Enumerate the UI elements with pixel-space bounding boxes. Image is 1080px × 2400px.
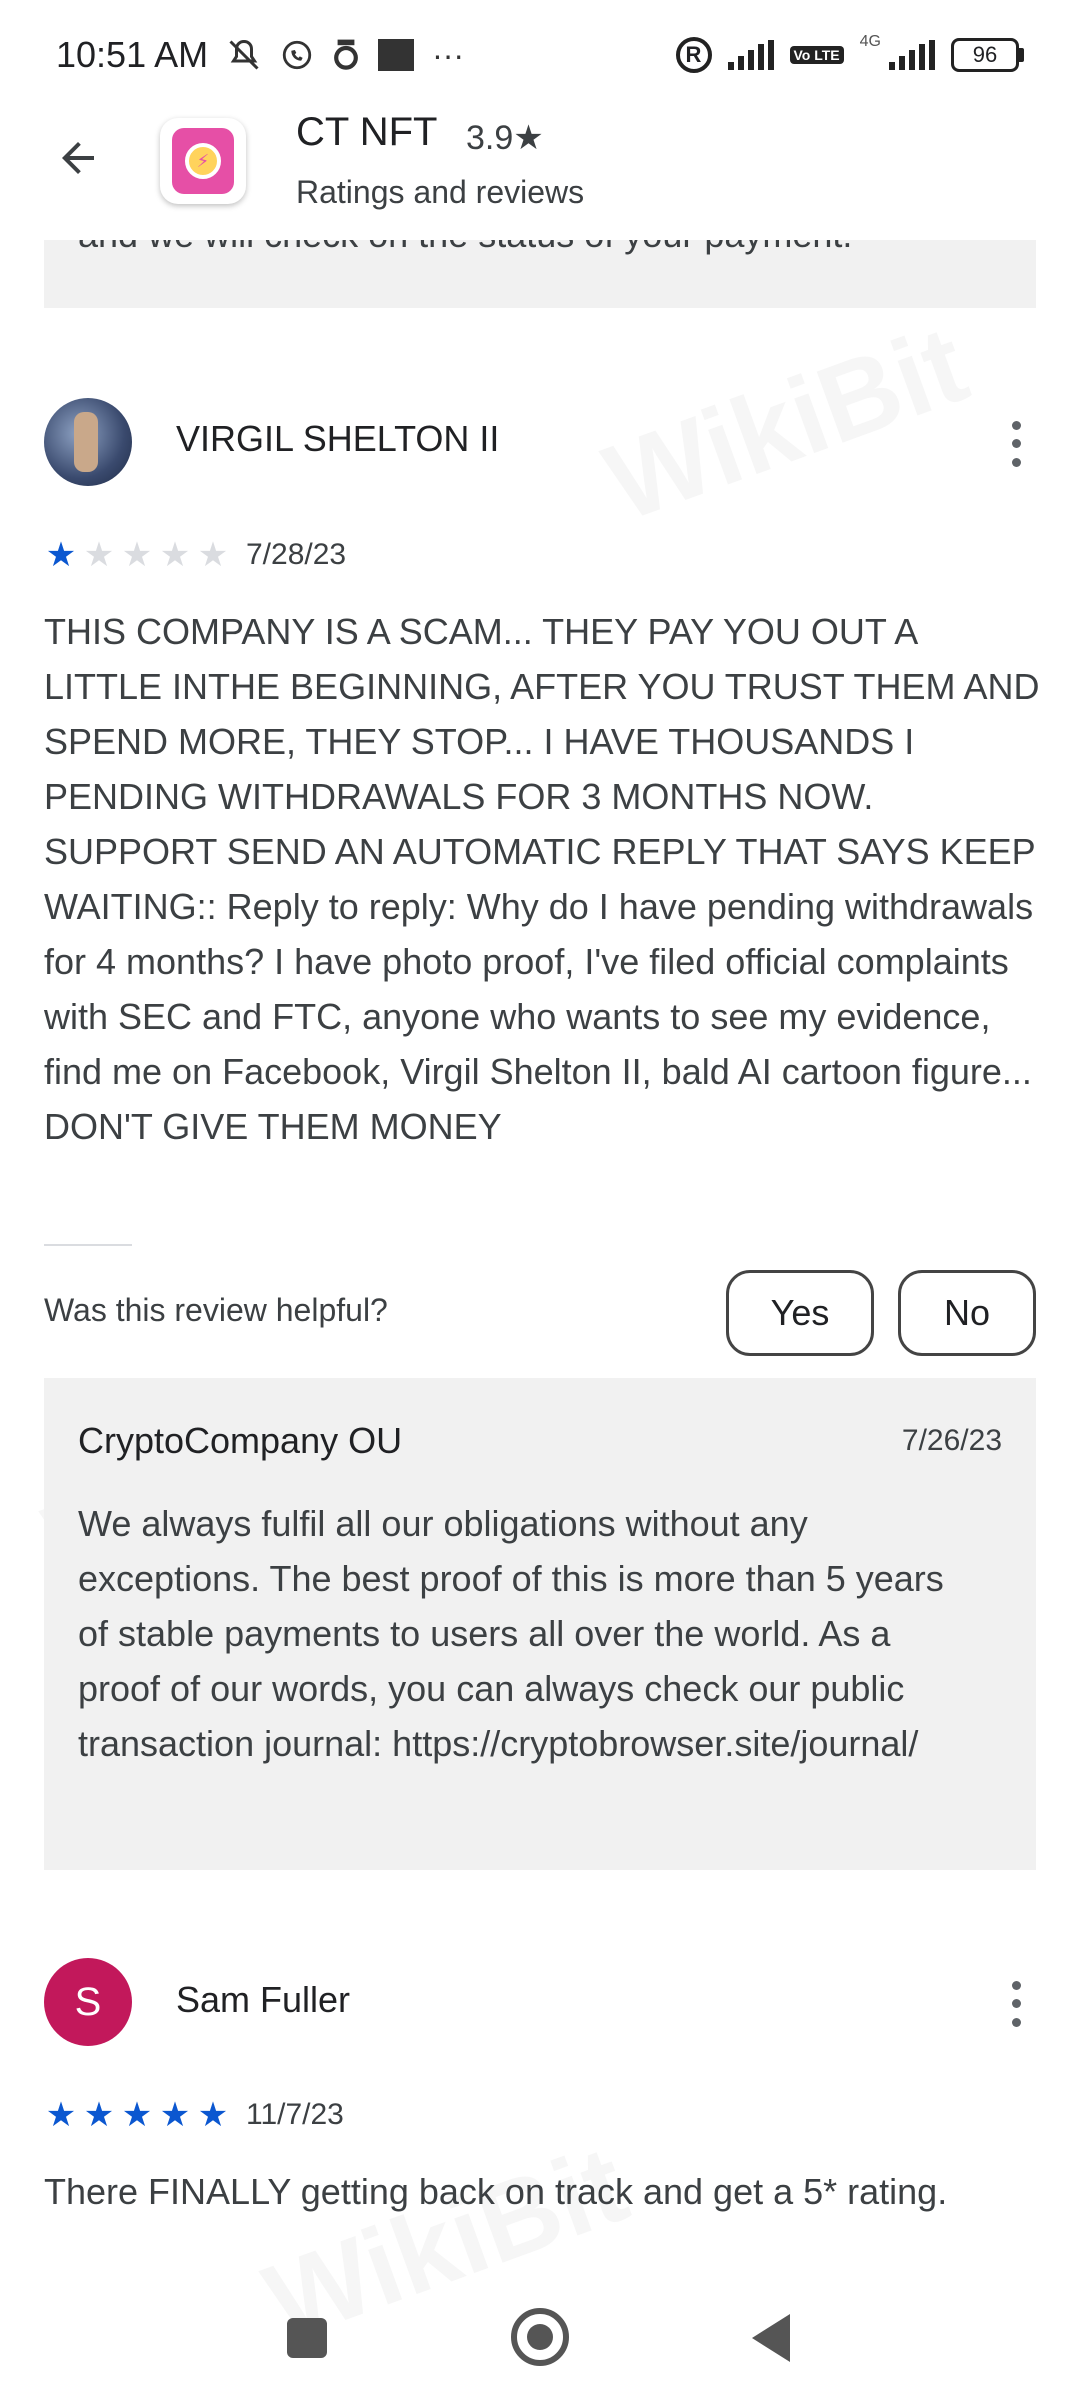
- star-icon: ★: [45, 536, 77, 574]
- review-text: There FINALLY getting back on track and …: [44, 2171, 948, 2212]
- page-subtitle: Ratings and reviews: [296, 174, 585, 210]
- arrow-left-icon: [62, 142, 94, 174]
- review-date: 7/28/23: [246, 538, 347, 571]
- divider: [44, 1244, 132, 1246]
- more-vert-icon: [1011, 1980, 1021, 1990]
- app-icon: [334, 39, 359, 70]
- helpful-label: Was this review helpful?: [44, 1292, 388, 1328]
- star-icon: ★: [159, 2096, 191, 2134]
- app-rating: 3.9★: [466, 119, 544, 157]
- more-vert-icon: [1011, 420, 1021, 430]
- star-icon: ★: [197, 2096, 229, 2134]
- status-bar: 10:51 AM ··· R Vo LTE 4G 96: [0, 0, 1080, 110]
- reviewer-name: VIRGIL SHELTON II: [176, 418, 500, 459]
- square-icon: [378, 39, 415, 71]
- helpful-yes-button[interactable]: Yes: [726, 1270, 874, 1356]
- nav-back-button[interactable]: [752, 2314, 790, 2362]
- network-type: 4G: [859, 33, 881, 50]
- star-icon: ★: [121, 536, 153, 574]
- reviewer-name: Sam Fuller: [176, 1979, 351, 2020]
- system-nav-bar: [0, 2290, 1080, 2400]
- more-options-button[interactable]: [996, 416, 1036, 472]
- watermark: WikiBit: [589, 300, 982, 547]
- app-title: CT NFT: [296, 110, 438, 154]
- more-options-button[interactable]: [996, 1976, 1036, 2032]
- recents-button[interactable]: [287, 2318, 327, 2358]
- star-icon: ★: [121, 2096, 153, 2134]
- avatar: [44, 398, 132, 486]
- lightning-icon: ⚡: [185, 143, 221, 179]
- developer-name: CryptoCompany OU: [78, 1420, 403, 1461]
- avatar: S: [44, 1958, 132, 2046]
- back-button[interactable]: [50, 130, 106, 186]
- star-icon: ★: [197, 536, 229, 574]
- notification-icons: ···: [226, 37, 464, 74]
- star-icon: ★: [45, 2096, 77, 2134]
- star-rating: ★ ★ ★ ★ ★: [44, 2098, 230, 2132]
- star-icon: ★: [83, 2096, 115, 2134]
- home-icon: [527, 2324, 553, 2350]
- app-logo: ⚡: [160, 118, 246, 204]
- more-icon: ···: [432, 36, 465, 73]
- app-header: ⚡ CT NFT 3.9★ Ratings and reviews: [0, 110, 1080, 240]
- whatsapp-icon: [282, 40, 312, 70]
- star-rating: ★ ★ ★ ★ ★: [44, 538, 230, 572]
- review-text: THIS COMPANY IS A SCAM... THEY PAY YOU O…: [44, 611, 1040, 1147]
- signal-icon: [727, 40, 774, 70]
- registered-icon: R: [675, 37, 712, 73]
- battery-icon: 96: [951, 38, 1024, 72]
- developer-reply: CryptoCompany OU 7/26/23 We always fulfi…: [44, 1378, 1036, 1870]
- system-icons: R Vo LTE 4G 96: [675, 33, 1024, 73]
- signal-icon-2: [889, 40, 935, 70]
- volte-icon: Vo LTE: [789, 46, 844, 64]
- status-time: 10:51 AM: [56, 34, 209, 75]
- developer-reply-text: We always fulfil all our obligations wit…: [78, 1503, 944, 1764]
- muted-bell-icon: [229, 39, 259, 70]
- home-button[interactable]: [511, 2308, 569, 2366]
- developer-reply-date: 7/26/23: [901, 1424, 1002, 1457]
- review-date: 11/7/23: [246, 2098, 344, 2131]
- helpful-no-button[interactable]: No: [898, 1270, 1036, 1356]
- battery-level: 96: [951, 38, 1019, 72]
- star-icon: ★: [83, 536, 115, 574]
- star-icon: ★: [159, 536, 191, 574]
